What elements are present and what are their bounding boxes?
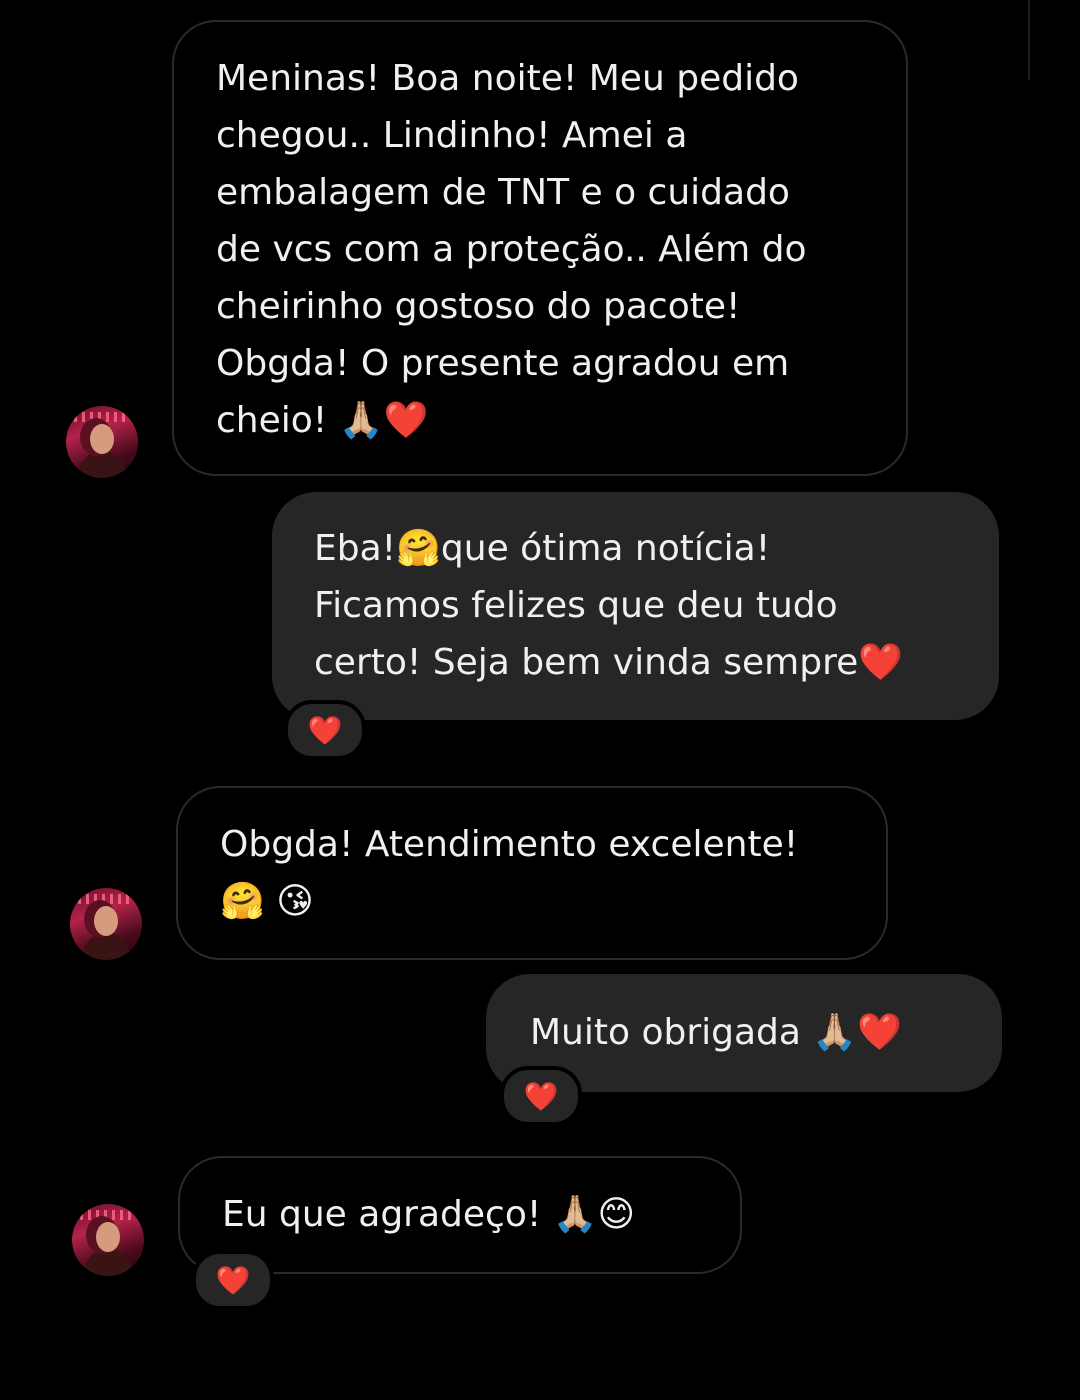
heart-reaction-badge[interactable]: ❤️: [284, 700, 366, 760]
contact-avatar[interactable]: [72, 1204, 144, 1276]
outgoing-message-bubble[interactable]: Eba!🤗que ótima notícia! Ficamos felizes …: [272, 492, 999, 720]
scroll-indicator: [1028, 0, 1030, 80]
incoming-message-bubble[interactable]: Obgda! Atendimento excelente! 🤗 😘: [176, 786, 888, 960]
incoming-message-bubble[interactable]: Meninas! Boa noite! Meu pedido chegou.. …: [172, 20, 908, 476]
heart-reaction-badge[interactable]: ❤️: [192, 1250, 274, 1310]
heart-icon: ❤️: [307, 713, 343, 747]
contact-avatar[interactable]: [66, 406, 138, 478]
heart-icon: ❤️: [215, 1263, 251, 1297]
heart-icon: ❤️: [523, 1079, 559, 1113]
contact-avatar[interactable]: [70, 888, 142, 960]
heart-reaction-badge[interactable]: ❤️: [500, 1066, 582, 1126]
